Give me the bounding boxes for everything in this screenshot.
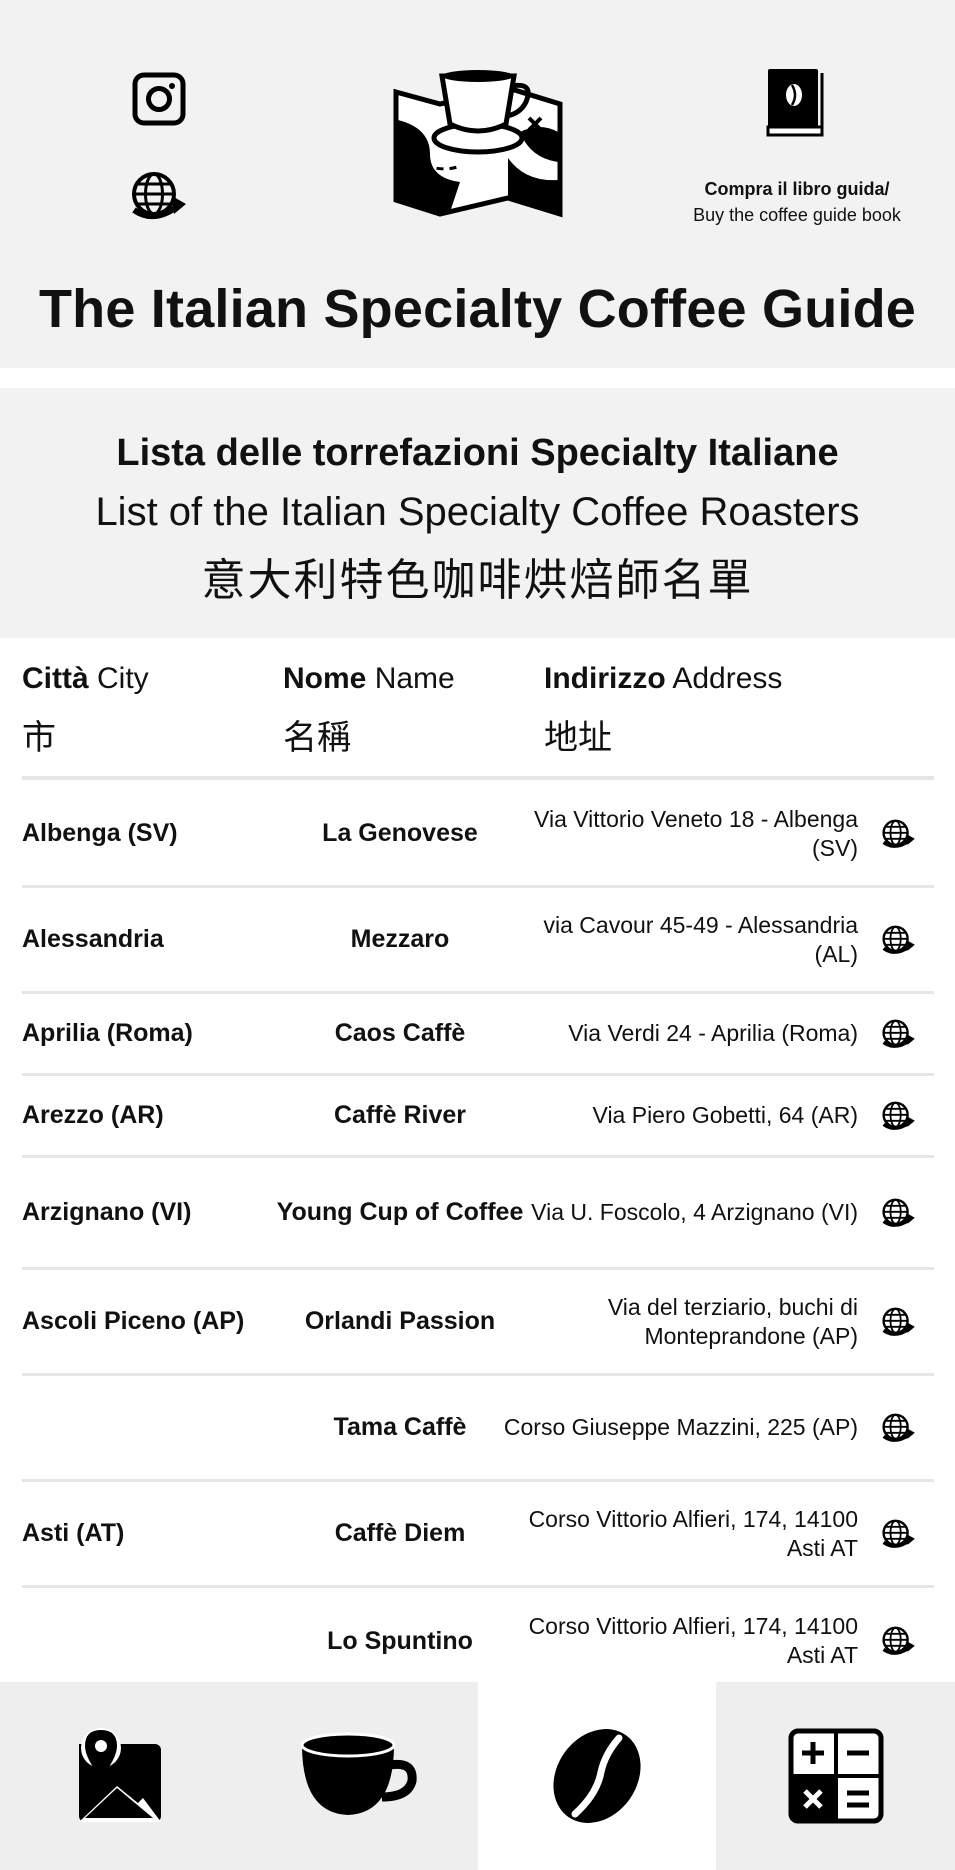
row-address: Corso Vittorio Alfieri, 174, 14100 Asti … (528, 1505, 858, 1561)
coffee-bean-icon (553, 1729, 641, 1823)
website-globe-icon[interactable] (878, 1303, 918, 1341)
nav-map[interactable] (0, 1682, 239, 1870)
column-header-name-en: Name (374, 662, 455, 695)
column-header-name: Nome Name 名稱 (283, 662, 455, 759)
row-name: Tama Caffè (333, 1413, 467, 1441)
roasters-table: Albenga (SV) La Genovese Via Vittorio Ve… (22, 782, 934, 1694)
table-row: Lo Spuntino Corso Vittorio Alfieri, 174,… (22, 1588, 934, 1694)
row-name: Lo Spuntino (327, 1626, 473, 1655)
row-city: Arzignano (VI) (22, 1198, 192, 1226)
row-city: Alessandria (22, 925, 164, 953)
column-header-address-it: Indirizzo (544, 662, 666, 695)
header: Compra il libro guida/ Buy the coffee gu… (0, 0, 955, 368)
row-address: Via del terziario, buchi di Monteprandon… (607, 1293, 858, 1349)
row-city: Aprilia (Roma) (22, 1019, 193, 1047)
column-header-city-en: City (97, 662, 149, 695)
row-name: Caos Caffè (334, 1019, 466, 1047)
row-name: Young Cup of Coffee (276, 1198, 524, 1226)
column-header-city-zh: 市 (22, 718, 56, 758)
table-row: Ascoli Piceno (AP) Orlandi Passion Via d… (22, 1270, 934, 1376)
site-title: The Italian Specialty Coffee Guide (39, 279, 916, 339)
column-header-address: Indirizzo Address 地址 (544, 662, 782, 759)
row-address: via Cavour 45-49 - Alessandria (AL) (543, 911, 859, 967)
row-address: Corso Giuseppe Mazzini, 225 (AP) (503, 1414, 858, 1440)
row-name: Mezzaro (350, 925, 450, 953)
column-header-address-en: Address (672, 662, 783, 695)
section-title-en: List of the Italian Specialty Coffee Roa… (95, 490, 860, 534)
coffee-map-logo (390, 62, 565, 222)
website-globe-icon[interactable] (878, 1515, 918, 1553)
row-address: Via Vittorio Veneto 18 - Albenga (SV) (534, 805, 858, 861)
coffee-cup-icon (300, 1732, 417, 1815)
website-globe-icon[interactable] (878, 815, 918, 853)
row-address: Via Piero Gobetti, 64 (AR) (592, 1102, 858, 1128)
website-globe-icon[interactable] (878, 1097, 918, 1135)
nav-calculator[interactable] (716, 1682, 955, 1870)
table-row: Tama Caffè Corso Giuseppe Mazzini, 225 (… (22, 1376, 934, 1482)
row-address: Via Verdi 24 - Aprilia (Roma) (568, 1020, 858, 1046)
table-row: Aprilia (Roma) Caos Caffè Via Verdi 24 -… (22, 994, 934, 1076)
row-city: Asti (AT) (22, 1519, 125, 1547)
section-title-zh: 意大利特色咖啡烘焙師名單 (201, 555, 754, 606)
column-header-city-it: Città (22, 662, 89, 695)
column-header-city: Città City 市 (22, 662, 149, 759)
buy-guide-book-link[interactable]: Compra il libro guida/ Buy the coffee gu… (650, 176, 944, 228)
instagram-icon[interactable] (130, 70, 188, 128)
row-name: Caffè River (334, 1101, 466, 1129)
website-globe-icon[interactable] (878, 921, 918, 959)
buy-book-label-en: Buy the coffee guide book (693, 205, 901, 225)
website-globe-icon[interactable] (878, 1622, 918, 1660)
globe-icon[interactable] (126, 164, 190, 228)
buy-book-label-it: Compra il libro guida/ (704, 179, 890, 199)
row-city: Albenga (SV) (22, 819, 178, 847)
row-city: Ascoli Piceno (AP) (22, 1307, 245, 1335)
calculator-icon (788, 1728, 884, 1824)
table-row: Albenga (SV) La Genovese Via Vittorio Ve… (22, 782, 934, 888)
column-header-name-zh: 名稱 (283, 718, 351, 758)
website-globe-icon[interactable] (878, 1015, 918, 1053)
book-icon[interactable] (765, 66, 825, 138)
column-header-address-zh: 地址 (544, 718, 612, 758)
website-globe-icon[interactable] (878, 1409, 918, 1447)
row-name: Caffè Diem (334, 1519, 466, 1547)
section-title-block: Lista delle torrefazioni Specialty Itali… (0, 388, 955, 638)
table-row: Arzignano (VI) Young Cup of Coffee Via U… (22, 1158, 934, 1270)
bottom-nav (0, 1682, 955, 1870)
row-city: Arezzo (AR) (22, 1101, 164, 1129)
row-city (22, 1588, 272, 1694)
table-row: Alessandria Mezzaro via Cavour 45-49 - A… (22, 888, 934, 994)
section-title-it: Lista delle torrefazioni Specialty Itali… (116, 432, 839, 474)
table-header: Città City 市 Nome Name 名稱 Indirizzo Addr… (22, 662, 934, 780)
row-name: La Genovese (322, 819, 478, 847)
map-icon (79, 1728, 162, 1822)
column-header-name-it: Nome (283, 662, 367, 695)
row-city (22, 1376, 272, 1479)
table-row: Asti (AT) Caffè Diem Corso Vittorio Alfi… (22, 1482, 934, 1588)
row-address: Corso Vittorio Alfieri, 174, 14100 Asti … (528, 1613, 858, 1668)
table-row: Arezzo (AR) Caffè River Via Piero Gobett… (22, 1076, 934, 1158)
nav-cafes[interactable] (239, 1682, 478, 1870)
row-name: Orlandi Passion (304, 1307, 496, 1335)
nav-roasters[interactable] (477, 1682, 717, 1870)
website-globe-icon[interactable] (878, 1194, 918, 1232)
row-address: Via U. Foscolo, 4 Arzignano (VI) (531, 1199, 858, 1225)
